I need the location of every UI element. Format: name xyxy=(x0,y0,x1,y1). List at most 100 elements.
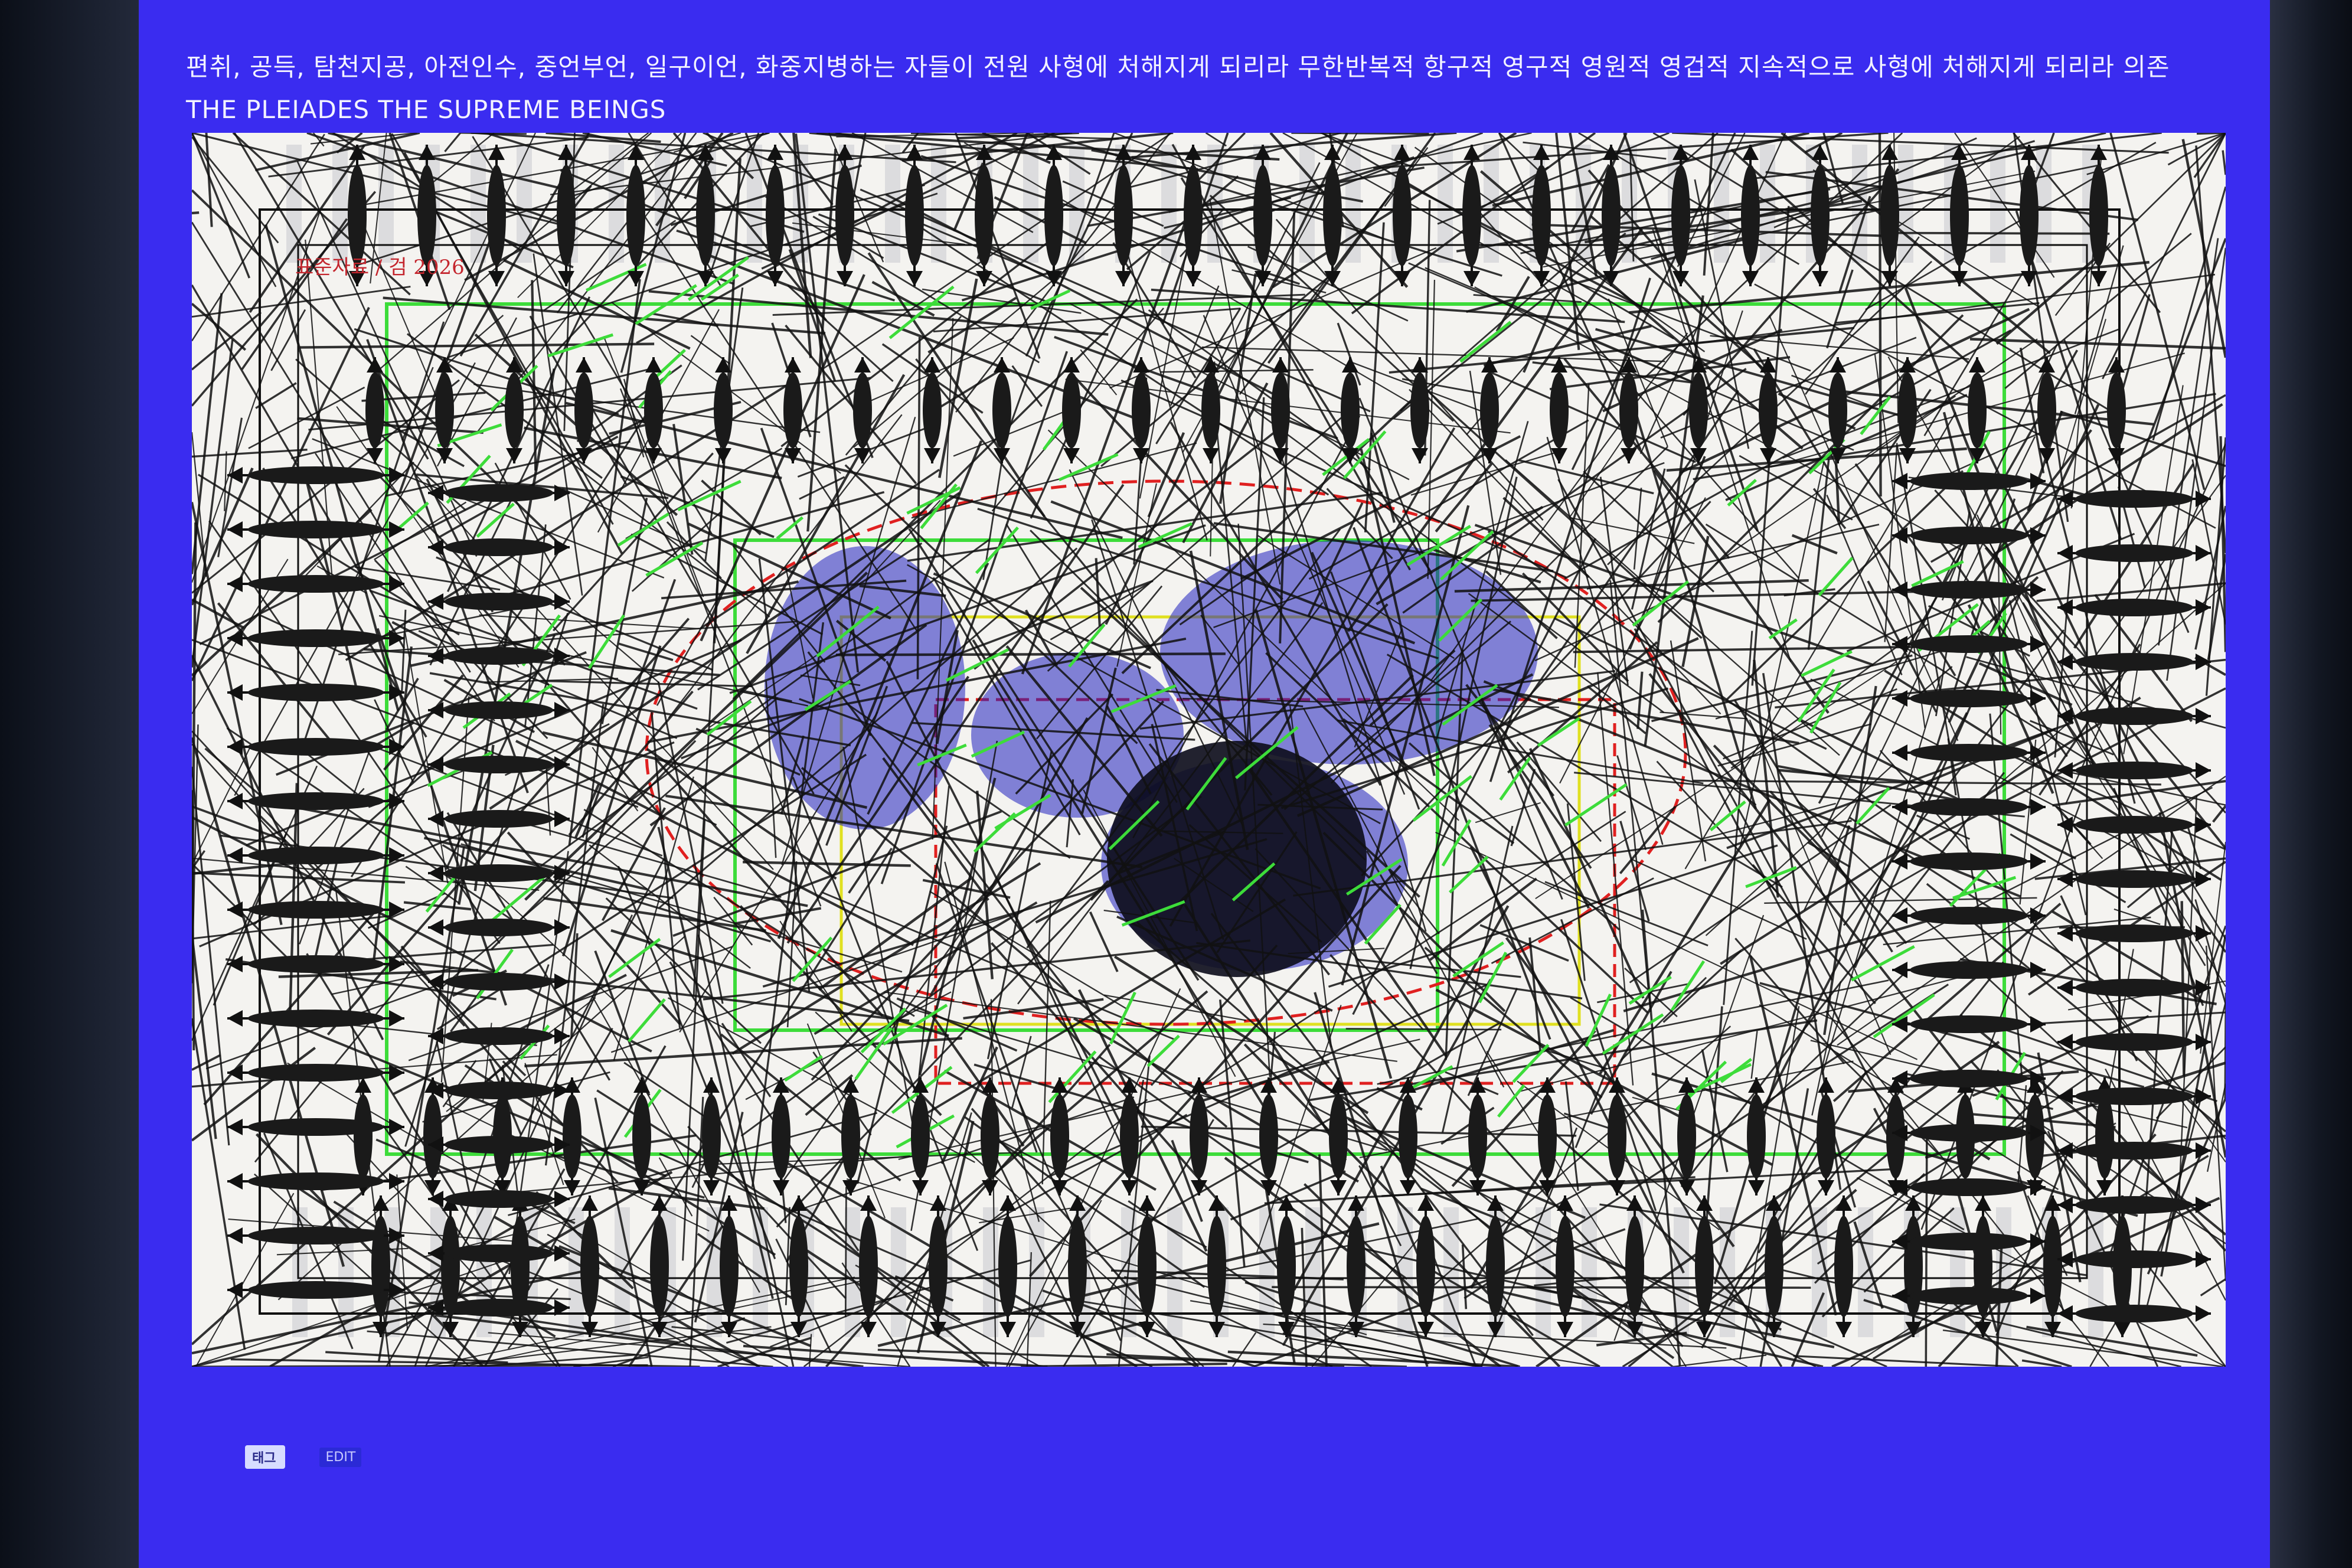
arrow-spindle xyxy=(1759,372,1778,449)
arrow-head xyxy=(227,684,243,701)
arrow-spindle xyxy=(1062,372,1081,449)
arrow-spindle xyxy=(444,1190,554,1208)
mesh-line xyxy=(1544,881,1709,946)
arrow-spindle xyxy=(1671,165,1690,266)
arrow-head xyxy=(1069,1195,1086,1211)
arrow-spindle xyxy=(1968,372,1987,449)
arrow-head xyxy=(1609,1180,1625,1195)
arrow-head xyxy=(389,1119,404,1135)
blog-post-screen: 편취, 공득, 탐천지공, 아전인수, 중언부언, 일구이언, 화중지병하는 자… xyxy=(139,0,2270,1568)
arrow-head xyxy=(924,357,940,373)
arrow-head xyxy=(558,271,574,286)
mesh-line xyxy=(531,280,537,471)
arrow-spindle xyxy=(1399,1094,1417,1179)
mesh-line xyxy=(806,148,837,532)
arrow-spindle xyxy=(2075,925,2193,942)
arrow-spindle xyxy=(720,1216,739,1317)
mesh-line xyxy=(1461,1244,1468,1309)
mesh-line xyxy=(1764,897,2037,904)
arrow-spindle xyxy=(789,1216,808,1317)
arrow-head xyxy=(428,1028,443,1044)
arrow-spindle xyxy=(423,1094,442,1179)
arrow-head xyxy=(2030,853,2046,870)
arrow-head xyxy=(715,448,731,463)
mesh-line xyxy=(197,473,460,636)
arrow-head xyxy=(1139,1195,1155,1211)
arrow-head xyxy=(1063,448,1080,463)
arrow-head xyxy=(2057,871,2073,887)
arrow-spindle xyxy=(981,1094,999,1179)
arrow-head xyxy=(645,448,662,463)
mesh-line xyxy=(1089,911,1119,972)
post-footer-actions: 태그 EDIT xyxy=(245,1445,362,1469)
arrow-head xyxy=(1892,962,1907,978)
arrow-spindle xyxy=(1184,165,1203,266)
arrow-spindle xyxy=(435,372,454,449)
arrow-spindle xyxy=(1480,372,1499,449)
monitor-bezel-left xyxy=(0,0,139,1568)
arrow-spindle xyxy=(626,165,645,266)
arrow-spindle xyxy=(1689,372,1708,449)
arrow-spindle xyxy=(444,864,554,882)
arrow-head xyxy=(389,739,404,755)
arrow-spindle xyxy=(650,1216,669,1317)
arrow-spindle xyxy=(1828,372,1847,449)
arrow-head xyxy=(645,357,662,373)
arrow-head xyxy=(488,145,505,160)
arrow-spindle xyxy=(2075,490,2193,508)
arrow-head xyxy=(1830,357,1846,373)
grey-column-bottom xyxy=(1582,1207,1597,1337)
mesh-line xyxy=(2224,992,2226,1099)
arrow-spindle xyxy=(1910,635,2028,653)
mesh-line xyxy=(1345,1028,1502,1031)
arrow-spindle xyxy=(2075,544,2193,562)
arrow-spindle xyxy=(247,1064,384,1082)
tag-button[interactable]: 태그 xyxy=(245,1445,286,1469)
arrow-spindle xyxy=(247,684,384,701)
arrow-spindle xyxy=(1347,1216,1366,1317)
arrow-head xyxy=(582,1195,598,1211)
arrow-spindle xyxy=(1765,1216,1783,1317)
arrow-spindle xyxy=(354,1094,373,1179)
arrow-spindle xyxy=(1625,1216,1644,1317)
mesh-line xyxy=(583,808,915,1017)
arrow-head xyxy=(576,357,592,373)
arrow-spindle xyxy=(2075,1087,2193,1105)
arrow-head xyxy=(633,1077,650,1093)
arrow-spindle xyxy=(1817,1094,1835,1179)
arrow-spindle xyxy=(1950,165,1969,266)
arrow-spindle xyxy=(911,1094,930,1179)
arrow-head xyxy=(1892,744,1907,761)
arrow-head xyxy=(1881,145,1898,160)
arrow-head xyxy=(2196,1251,2211,1268)
arrow-spindle xyxy=(487,165,506,266)
arrow-head xyxy=(1748,1180,1765,1195)
arrow-spindle xyxy=(1910,1124,2028,1142)
arrow-spindle xyxy=(1741,165,1760,266)
arrow-spindle xyxy=(2089,165,2108,266)
mesh-line xyxy=(195,1193,295,1367)
green-tick xyxy=(1564,783,1628,827)
arrow-head xyxy=(1394,271,1410,286)
arrow-spindle xyxy=(2095,1094,2114,1179)
arrow-head xyxy=(1191,1180,1207,1195)
arrow-head xyxy=(860,1195,877,1211)
edit-button[interactable]: EDIT xyxy=(319,1447,362,1467)
arrow-spindle xyxy=(444,701,554,719)
arrow-spindle xyxy=(444,1082,554,1099)
mesh-line xyxy=(524,1037,962,1068)
arrow-head xyxy=(554,919,570,936)
arrow-spindle xyxy=(1323,165,1342,266)
arrow-spindle xyxy=(563,1094,582,1179)
arrow-spindle xyxy=(505,372,524,449)
mesh-line xyxy=(1364,222,1385,533)
arrow-head xyxy=(1115,271,1132,286)
mesh-line xyxy=(844,1187,847,1318)
arrow-spindle xyxy=(2075,1142,2193,1159)
mesh-line xyxy=(1230,1170,1346,1221)
arrow-spindle xyxy=(835,165,854,266)
arrow-spindle xyxy=(841,1094,860,1179)
arrow-spindle xyxy=(1910,1178,2028,1196)
mesh-line xyxy=(1590,971,1672,1115)
arrow-spindle xyxy=(444,647,554,665)
